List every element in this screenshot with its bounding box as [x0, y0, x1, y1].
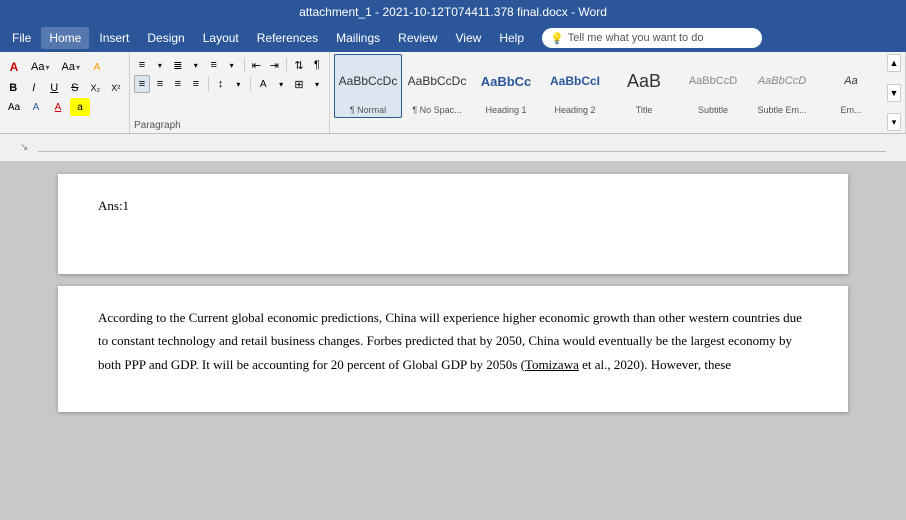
style-heading1-preview: AaBbCc — [481, 57, 532, 105]
page2-text: According to the Current global economic… — [98, 306, 808, 376]
style-normal-preview: AaBbCcDc — [339, 57, 398, 105]
italic-btn[interactable]: I — [25, 79, 44, 97]
underlined-word: Tomizawa — [525, 357, 579, 372]
ruler-tick — [38, 151, 886, 152]
menu-design[interactable]: Design — [139, 27, 192, 49]
page1-text: Ans:1 — [98, 194, 808, 217]
menu-view[interactable]: View — [448, 27, 490, 49]
font-color-btn2[interactable]: A — [48, 98, 68, 116]
para-mark-btn[interactable]: ¶ — [309, 56, 325, 74]
ribbon: A Aa▾ Aa▾ A B I U S X₂ X² Aa A A a — [0, 52, 906, 134]
paragraph-group: ≡ ▾ ≣ ▾ ≡ ▾ ⇤ ⇥ ⇅ ¶ ≡ ≡ ≡ ≡ ↕ ▾ — [130, 52, 330, 133]
menu-help[interactable]: Help — [491, 27, 532, 49]
style-subtitle[interactable]: AaBbCcD Subtitle — [679, 54, 747, 118]
menu-references[interactable]: References — [249, 27, 326, 49]
menu-file[interactable]: File — [4, 27, 39, 49]
style-heading2-preview: AaBbCcI — [550, 57, 600, 105]
font-size-large[interactable]: Aa▾ — [26, 56, 54, 78]
sort-btn[interactable]: ⇅ — [291, 56, 307, 74]
align-right-btn[interactable]: ≡ — [170, 75, 186, 93]
tell-me-bar[interactable]: 💡 Tell me what you want to do — [542, 28, 762, 48]
increase-indent-btn[interactable]: ⇥ — [266, 56, 282, 74]
menu-review[interactable]: Review — [390, 27, 445, 49]
style-subtle-em-preview: AaBbCcD — [758, 57, 806, 105]
doc-page-2: According to the Current global economic… — [58, 286, 848, 412]
font-color-btn[interactable]: A — [4, 58, 24, 76]
strikethrough-btn[interactable]: S — [66, 79, 85, 97]
style-heading2-label: Heading 2 — [554, 105, 595, 115]
style-title-preview: AaB — [627, 57, 661, 105]
subscript-btn[interactable]: X₂ — [86, 79, 105, 97]
multilevel-list-btn[interactable]: ≡ — [206, 56, 222, 74]
font-size-small[interactable]: Aa▾ — [56, 56, 84, 78]
numbered-dd-btn[interactable]: ▾ — [188, 56, 204, 74]
line-spacing-dd-btn[interactable]: ▾ — [230, 75, 246, 93]
menu-layout[interactable]: Layout — [195, 27, 247, 49]
bullet-dd-btn[interactable]: ▾ — [152, 56, 168, 74]
shading-dd-btn[interactable]: ▾ — [273, 75, 289, 93]
style-subtitle-preview: AaBbCcD — [689, 57, 737, 105]
menu-insert[interactable]: Insert — [91, 27, 137, 49]
style-title-label: Title — [636, 105, 653, 115]
style-subtle-em[interactable]: AaBbCcD Subtle Em... — [748, 54, 816, 118]
char-shading-btn[interactable]: a — [70, 98, 90, 116]
styles-scroll-down-btn[interactable]: ▼ — [887, 84, 901, 102]
styles-more-btn[interactable]: ▾ — [887, 113, 901, 131]
style-normal-label: ¶ Normal — [350, 105, 386, 115]
multilevel-dd-btn[interactable]: ▾ — [224, 56, 240, 74]
text-effect-btn[interactable]: A — [26, 98, 46, 116]
justify-btn[interactable]: ≡ — [188, 75, 204, 93]
style-title[interactable]: AaB Title — [610, 54, 678, 118]
lightbulb-icon: 💡 — [550, 32, 564, 45]
borders-dd-btn[interactable]: ▾ — [309, 75, 325, 93]
style-no-spacing-preview: AaBbCcDc — [408, 57, 467, 105]
style-normal[interactable]: AaBbCcDc ¶ Normal — [334, 54, 402, 118]
title-bar: attachment_1 - 2021-10-12T074411.378 fin… — [0, 0, 906, 24]
style-no-spacing-label: ¶ No Spac... — [412, 105, 461, 115]
font-group-label — [4, 129, 125, 131]
ruler-content: ↘ — [20, 142, 886, 153]
line-spacing-btn[interactable]: ↕ — [213, 75, 229, 93]
style-heading2[interactable]: AaBbCcI Heading 2 — [541, 54, 609, 118]
style-subtitle-label: Subtitle — [698, 105, 728, 115]
bullet-list-btn[interactable]: ≡ — [134, 56, 150, 74]
menu-home[interactable]: Home — [41, 27, 89, 49]
menu-mailings[interactable]: Mailings — [328, 27, 388, 49]
style-heading1[interactable]: AaBbCc Heading 1 — [472, 54, 540, 118]
styles-group: AaBbCcDc ¶ Normal AaBbCcDc ¶ No Spac... … — [330, 52, 906, 133]
style-heading1-label: Heading 1 — [485, 105, 526, 115]
tell-me-text: Tell me what you want to do — [568, 32, 704, 44]
align-left-btn[interactable]: ≡ — [134, 75, 150, 93]
document-area: Ans:1 According to the Current global ec… — [0, 162, 906, 520]
font-group: A Aa▾ Aa▾ A B I U S X₂ X² Aa A A a — [0, 52, 130, 133]
superscript-btn[interactable]: X² — [107, 79, 126, 97]
ruler-expand-icon: ↘ — [20, 142, 28, 153]
style-em-label: Em... — [840, 105, 861, 115]
decrease-indent-btn[interactable]: ⇤ — [248, 56, 264, 74]
style-no-spacing[interactable]: AaBbCcDc ¶ No Spac... — [403, 54, 471, 118]
highlight-btn[interactable]: A — [87, 58, 107, 76]
menu-bar: File Home Insert Design Layout Reference… — [0, 24, 906, 52]
borders-btn[interactable]: ⊞ — [291, 75, 307, 93]
paragraph-group-label: Paragraph — [134, 118, 325, 131]
align-center-btn[interactable]: ≡ — [152, 75, 168, 93]
styles-cards: AaBbCcDc ¶ Normal AaBbCcDc ¶ No Spac... … — [334, 54, 885, 131]
ruler: ↘ — [0, 134, 906, 162]
numbered-list-btn[interactable]: ≣ — [170, 56, 186, 74]
clear-format-btn[interactable]: Aa — [4, 98, 24, 116]
style-subtle-em-label: Subtle Em... — [757, 105, 806, 115]
styles-scroll: ▲ ▼ ▾ — [887, 54, 901, 131]
underline-btn[interactable]: U — [45, 79, 64, 97]
title-text: attachment_1 - 2021-10-12T074411.378 fin… — [299, 5, 607, 19]
doc-page-1: Ans:1 — [58, 174, 848, 274]
style-em-preview: Aa — [844, 57, 857, 105]
shading-btn[interactable]: A — [255, 75, 271, 93]
styles-scroll-up-btn[interactable]: ▲ — [887, 54, 901, 72]
style-em[interactable]: Aa Em... — [817, 54, 885, 118]
bold-btn[interactable]: B — [4, 79, 23, 97]
